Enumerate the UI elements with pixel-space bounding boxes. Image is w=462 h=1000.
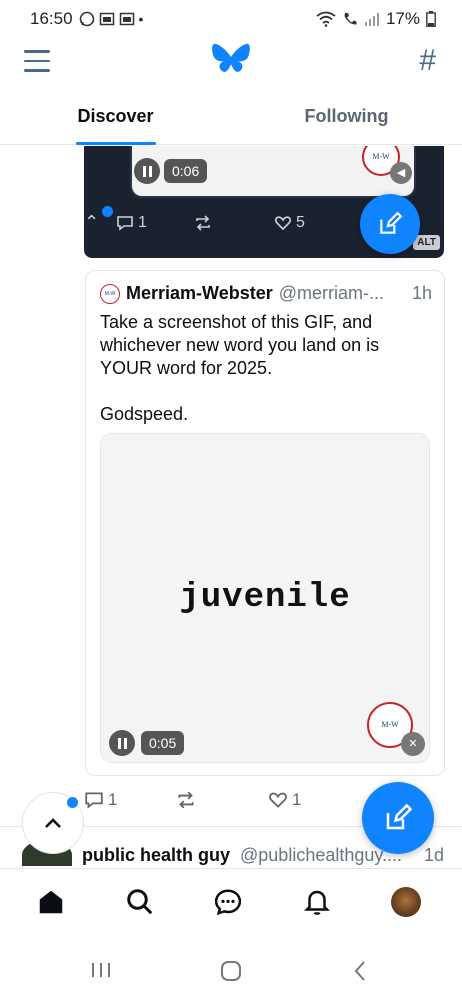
nav-chat[interactable]: [211, 885, 245, 919]
recent-apps-icon[interactable]: [90, 960, 112, 980]
like-button[interactable]: 5: [274, 214, 305, 232]
gif-time: 0:05: [141, 731, 185, 755]
status-right: 17%: [316, 9, 436, 29]
alt-badge[interactable]: ALT: [413, 235, 440, 250]
heart-icon: [275, 216, 291, 231]
compose-button[interactable]: [360, 194, 420, 254]
post-time: 1h: [411, 283, 432, 303]
author-name[interactable]: public health guy: [82, 845, 230, 866]
system-navigation: [0, 942, 462, 1000]
post-text: Take a screenshot of this GIF, and which…: [100, 311, 430, 426]
compose-button[interactable]: [362, 782, 434, 854]
whatsapp-icon: [79, 11, 94, 27]
chevron-up-icon: [45, 818, 61, 828]
like-button[interactable]: 1: [268, 790, 301, 810]
new-posts-dot: [102, 206, 113, 217]
app-header: #: [0, 38, 462, 88]
dot-icon: •: [138, 11, 144, 27]
gif-embed[interactable]: juvenile 0:05 M-W ✕: [100, 433, 430, 763]
home-circle-icon[interactable]: [220, 960, 242, 982]
tab-following[interactable]: Following: [231, 95, 462, 144]
video-time: 0:06: [164, 159, 208, 183]
reply-icon: [117, 216, 133, 231]
pause-button[interactable]: [134, 158, 160, 184]
repost-icon: [178, 791, 194, 809]
video-frame[interactable]: 0:06 M-W ◀: [130, 146, 416, 198]
repost-button[interactable]: [194, 214, 212, 232]
bell-icon: [303, 890, 331, 915]
butterfly-logo-icon[interactable]: [211, 42, 251, 78]
quoted-post-header: M-W Merriam-Webster @merriam-... 1h: [100, 283, 432, 304]
wifi-icon: [316, 11, 336, 27]
author-name[interactable]: Merriam-Webster: [126, 283, 273, 304]
quoted-post[interactable]: M-W Merriam-Webster @merriam-... 1h Take…: [85, 270, 445, 776]
author-avatar[interactable]: M-W: [100, 283, 120, 304]
nav-notifications[interactable]: [300, 885, 334, 919]
battery-level: 17%: [385, 9, 420, 28]
nav-search[interactable]: [123, 885, 157, 919]
chevron-up-icon[interactable]: ⌃: [84, 212, 99, 233]
tab-discover[interactable]: Discover: [0, 95, 231, 145]
reply-icon: [85, 792, 103, 809]
tab-discover-label: Discover: [77, 106, 154, 126]
reply-count: 1: [108, 790, 118, 809]
feed-tabs: Discover Following: [0, 95, 462, 145]
author-handle[interactable]: @merriam-...: [279, 283, 384, 304]
pause-button[interactable]: [109, 730, 135, 756]
compose-icon: [386, 803, 413, 830]
reply-button[interactable]: 1: [116, 214, 147, 232]
battery-icon: [426, 11, 436, 27]
search-icon: [127, 889, 153, 915]
like-count: 1: [292, 790, 302, 809]
new-posts-dot: [67, 797, 78, 808]
back-icon[interactable]: [352, 960, 368, 982]
repost-button[interactable]: [176, 790, 196, 810]
signal-icon: [364, 13, 379, 26]
post-text-line: Take a screenshot of this GIF, and which…: [100, 312, 380, 378]
repost-icon: [196, 215, 210, 231]
chat-icon: [214, 889, 242, 916]
bottom-nav: [0, 868, 462, 934]
status-bar: 16:50 • 17%: [0, 0, 462, 38]
status-left: 16:50 •: [30, 9, 143, 29]
gallery-icon: [99, 12, 114, 26]
gif-word: juvenile: [179, 579, 351, 617]
heart-icon: [269, 792, 287, 808]
status-time: 16:50: [30, 9, 73, 28]
hamburger-menu-button[interactable]: [24, 50, 50, 72]
post-text-line: Godspeed.: [100, 404, 189, 424]
hash-icon[interactable]: #: [419, 44, 436, 78]
tab-following-label: Following: [304, 106, 389, 126]
call-icon: [344, 13, 357, 25]
reply-count: 1: [138, 214, 147, 231]
reply-button[interactable]: 1: [84, 790, 117, 810]
nav-profile[interactable]: [389, 885, 423, 919]
volume-icon[interactable]: ◀: [390, 162, 412, 184]
feed[interactable]: 0:06 M-W ◀ ⌃ 1 5 ALT M-W Merriam-Webster…: [0, 146, 462, 866]
like-count: 5: [296, 214, 305, 231]
post-time: 1d: [423, 844, 444, 865]
gallery-icon: [119, 12, 134, 26]
active-tab-indicator: [75, 142, 156, 145]
nav-home[interactable]: [34, 885, 68, 919]
compose-icon: [380, 211, 403, 234]
profile-avatar: [391, 887, 421, 917]
notification-icons: •: [79, 11, 144, 27]
mute-icon[interactable]: ✕: [401, 732, 425, 756]
hamburger-icon: [24, 50, 50, 53]
home-icon: [39, 890, 63, 914]
